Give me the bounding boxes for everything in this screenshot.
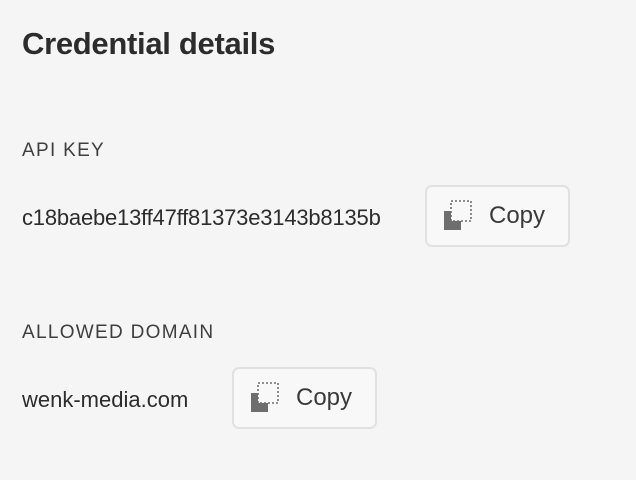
credential-details-panel: Credential details API KEY c18baebe13ff4… (0, 0, 636, 480)
copy-icon (251, 382, 279, 412)
copy-icon (444, 200, 472, 230)
copy-allowed-domain-button[interactable]: Copy (232, 367, 377, 429)
allowed-domain-label: ALLOWED DOMAIN (22, 322, 215, 343)
page-title: Credential details (22, 26, 276, 61)
copy-api-key-button[interactable]: Copy (425, 185, 570, 247)
api-key-label: API KEY (22, 140, 106, 161)
allowed-domain-value: wenk-media.com (22, 387, 189, 412)
copy-button-label: Copy (489, 202, 546, 229)
copy-button-label: Copy (296, 384, 353, 411)
api-key-value: c18baebe13ff47ff81373e3143b8135b (22, 205, 381, 230)
